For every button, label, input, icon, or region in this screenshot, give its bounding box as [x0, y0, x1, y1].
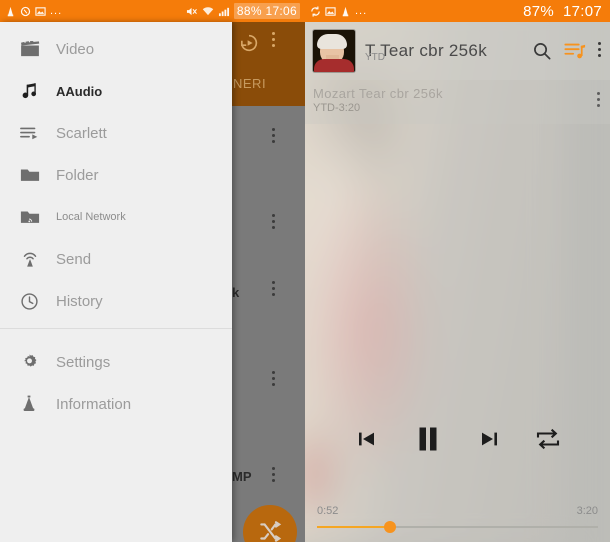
seek-thumb[interactable]: [384, 521, 397, 533]
right-battery-time: 87% 17:07: [520, 2, 605, 21]
navigation-drawer: Video AAudio Scarlett Folder Local Netwo…: [0, 22, 232, 542]
screenshot-root: ... 88% 17:06 NERI k MP Video AAudio Sca…: [0, 0, 610, 542]
sidebar-item-label: Folder: [56, 166, 99, 184]
right-clock: 17:07: [562, 2, 602, 20]
right-status-bar: ... 87% 17:07: [305, 0, 610, 22]
image-icon: [325, 6, 336, 17]
sidebar-item-folder[interactable]: Folder: [0, 154, 232, 196]
left-status-icons: ...: [5, 5, 62, 17]
left-phone-screen: ... 88% 17:06 NERI k MP Video AAudio Sca…: [0, 0, 305, 542]
right-battery-percent: 87%: [523, 2, 555, 20]
track-subtitle: YTD: [365, 52, 385, 63]
album-art-thumbnail[interactable]: [313, 30, 355, 72]
pause-icon[interactable]: [413, 424, 443, 454]
video-clapper-icon: [20, 38, 46, 60]
now-playing-appbar: T Tear cbr 256k YTD: [305, 22, 610, 80]
playlist-icon: [20, 122, 46, 144]
left-status-ellipsis: ...: [50, 5, 63, 17]
sidebar-item-label: AAudio: [56, 83, 103, 99]
sidebar-item-label: Video: [56, 40, 95, 58]
left-battery-percent: 88%: [236, 4, 262, 18]
left-clock: 17:06: [265, 4, 297, 18]
sidebar-item-scarlett[interactable]: Scarlett: [0, 112, 232, 154]
left-status-bar: ... 88% 17:06: [0, 0, 305, 22]
appbar-overflow[interactable]: [598, 42, 602, 60]
circle-zero-icon: [20, 6, 31, 17]
mute-icon: [186, 6, 198, 17]
track-title: T Tear cbr 256k: [365, 41, 487, 60]
elapsed-time: 0:52: [317, 505, 339, 517]
sidebar-item-label: Send: [56, 250, 92, 268]
drawer-bottom-items: Settings Information: [0, 335, 232, 425]
gear-icon: [20, 351, 46, 373]
sidebar-item-label: Information: [56, 395, 132, 413]
sidebar-item-label: History: [56, 292, 103, 310]
seek-fill: [317, 526, 391, 528]
playlist-queue-icon[interactable]: [564, 41, 586, 61]
repeat-icon[interactable]: [535, 427, 561, 451]
sync-icon: [310, 5, 321, 17]
right-phone-screen: ... 87% 17:07 T Tear cbr 256k YTD Mozart…: [305, 0, 610, 542]
seek-track[interactable]: [317, 521, 598, 533]
transport-controls: [305, 424, 610, 454]
sidebar-item-video[interactable]: Video: [0, 28, 232, 70]
queue-row-overflow[interactable]: [597, 92, 601, 110]
vlc-cone-icon: [340, 6, 351, 17]
now-playing-titles: T Tear cbr 256k YTD: [365, 41, 530, 63]
seek-bar[interactable]: 0:52 3:20: [305, 505, 610, 533]
sidebar-item-send[interactable]: Send: [0, 238, 232, 280]
right-status-icons: ...: [310, 5, 367, 17]
queue-row[interactable]: Mozart Tear cbr 256k YTD-3:20: [305, 80, 610, 124]
drawer-main-items: Video AAudio Scarlett Folder Local Netwo…: [0, 22, 232, 322]
skip-next-icon[interactable]: [477, 427, 501, 451]
sidebar-item-information[interactable]: Information: [0, 383, 232, 425]
right-status-ellipsis: ...: [355, 5, 368, 17]
music-note-icon: [20, 80, 46, 102]
folder-icon: [20, 164, 46, 186]
sidebar-item-history[interactable]: History: [0, 280, 232, 322]
sidebar-item-label: Scarlett: [56, 124, 107, 142]
skip-previous-icon[interactable]: [355, 427, 379, 451]
left-status-right: 88% 17:06: [186, 3, 300, 19]
now-playing-screen: T Tear cbr 256k YTD Mozart Tear cbr 256k…: [305, 22, 610, 542]
queue-row-title: Mozart Tear cbr 256k: [313, 86, 443, 101]
queue-row-meta: YTD-3:20: [313, 102, 361, 114]
sidebar-item-label: Settings: [56, 353, 111, 371]
left-battery-time: 88% 17:06: [233, 3, 300, 19]
image-icon: [35, 6, 46, 17]
appbar-actions: [530, 41, 602, 61]
drawer-divider: [0, 328, 232, 329]
time-labels: 0:52 3:20: [317, 505, 598, 517]
signal-icon: [218, 6, 230, 17]
vlc-cone-icon: [5, 6, 16, 17]
sidebar-item-local-network[interactable]: Local Network: [0, 196, 232, 238]
sidebar-item-audio[interactable]: AAudio: [0, 70, 232, 112]
right-status-right: 87% 17:07: [520, 2, 605, 21]
sidebar-item-settings[interactable]: Settings: [0, 341, 232, 383]
network-folder-icon: [20, 206, 46, 228]
search-icon[interactable]: [532, 41, 552, 61]
clock-icon: [20, 290, 46, 312]
sidebar-item-label: Local Network: [56, 211, 126, 223]
wifi-icon: [202, 6, 214, 17]
broadcast-icon: [20, 248, 46, 270]
duration-time: 3:20: [576, 505, 598, 517]
vlc-cone-icon: [20, 393, 46, 415]
